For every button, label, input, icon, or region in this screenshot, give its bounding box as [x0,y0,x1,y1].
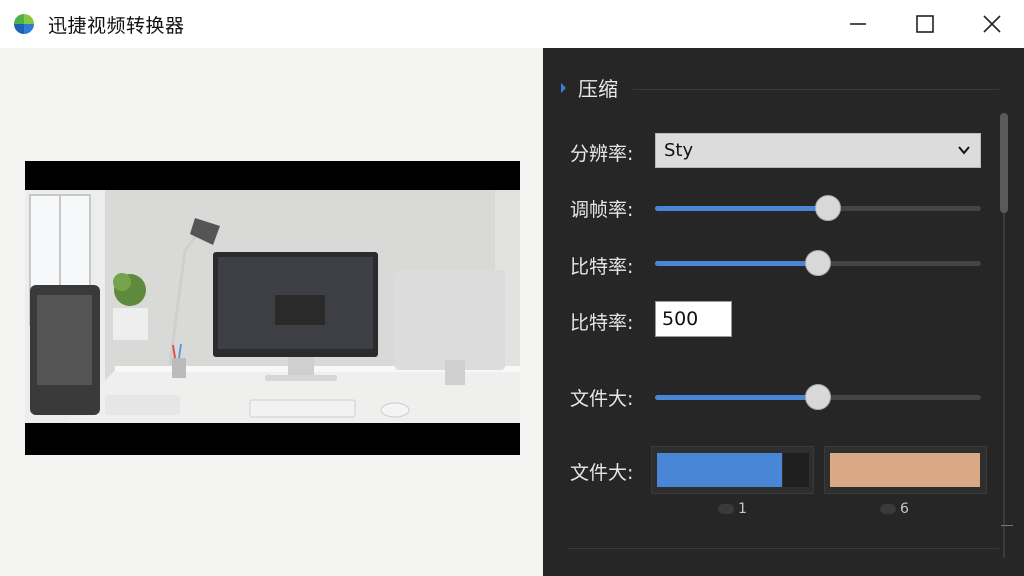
filesize-slider-label: 文件大: [570,388,634,410]
color-swatch-tan[interactable] [824,446,987,494]
video-preview[interactable] [25,161,520,455]
swatch-caption-b: 6 [880,501,909,517]
minimize-icon [850,23,866,25]
bitrate-slider-label: 比特率: [570,256,634,278]
swatch-fill [830,453,980,487]
swatch-caption-b-text: 6 [900,501,909,517]
preview-image [25,190,520,423]
app-logo-icon [14,14,34,34]
preview-pane [0,48,543,576]
slider-fill [655,206,828,211]
section-title: 压缩 [578,77,618,101]
scrollbar-end [1001,525,1013,526]
panel-bottom-divider [568,548,999,549]
panel-scrollbar[interactable] [999,113,1009,558]
maximize-icon [916,15,934,33]
title-bar: 迅捷视频转换器 [0,0,1024,48]
filesize-swatch-label: 文件大: [570,462,634,484]
swatch-remainder [783,453,809,487]
close-icon [983,15,1001,33]
swatch-caption-a-text: 1 [738,501,747,517]
slider-fill [655,395,818,400]
settings-panel: 压缩 分辨率: Sty 调帧率: 比特率: 比特率: 500 文件大: 文件大: [543,48,1024,576]
swatch-caption-a: 1 [718,501,747,517]
resolution-value: Sty [664,140,694,161]
slider-thumb[interactable] [815,195,841,221]
chevron-down-icon [958,146,970,155]
caption-dot-icon [718,504,734,514]
slider-thumb[interactable] [805,250,831,276]
section-divider [633,89,999,90]
slider-fill [655,261,818,266]
swatch-fill [657,453,782,487]
bitrate-input-label: 比特率: [570,312,634,334]
caption-dot-icon [880,504,896,514]
maximize-button[interactable] [893,0,957,48]
color-swatch-blue[interactable] [651,446,814,494]
close-button[interactable] [960,0,1024,48]
chevron-right-icon [561,82,566,93]
scrollbar-thumb[interactable] [1000,113,1008,213]
resolution-select[interactable]: Sty [655,133,981,168]
scrollbar-track [1003,213,1005,558]
resolution-label: 分辨率: [570,143,634,165]
section-header-compress[interactable]: 压缩 [558,73,618,102]
slider-thumb[interactable] [805,384,831,410]
minimize-button[interactable] [826,0,890,48]
framerate-label: 调帧率: [570,199,634,221]
framerate-slider[interactable] [655,194,981,222]
bitrate-input[interactable]: 500 [655,301,732,337]
bitrate-slider[interactable] [655,249,981,277]
window-title: 迅捷视频转换器 [48,15,185,37]
filesize-slider[interactable] [655,383,981,411]
